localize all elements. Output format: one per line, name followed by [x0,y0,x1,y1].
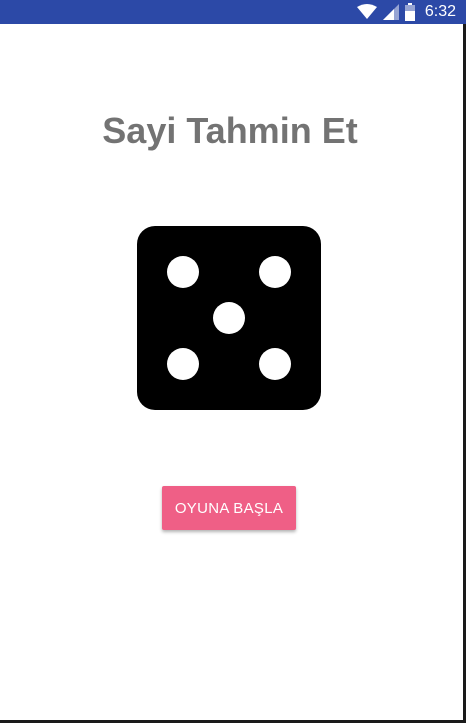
dice-pip [167,256,199,288]
page-title: Sayi Tahmin Et [102,110,358,151]
dice-pip [167,348,199,380]
battery-icon [404,3,415,21]
wifi-icon [356,4,377,20]
app-screen: 6:32 Sayi Tahmin Et OYUNA BAŞLA [0,0,466,723]
status-bar: 6:32 [0,0,466,24]
signal-icon [382,4,399,20]
dice-pip [213,302,245,334]
status-time: 6:32 [424,3,456,20]
start-game-button[interactable]: OYUNA BAŞLA [162,486,296,530]
dice-pip [259,348,291,380]
status-icons: 6:32 [356,0,456,24]
dice-five-icon [137,226,321,410]
dice-pip [259,256,291,288]
